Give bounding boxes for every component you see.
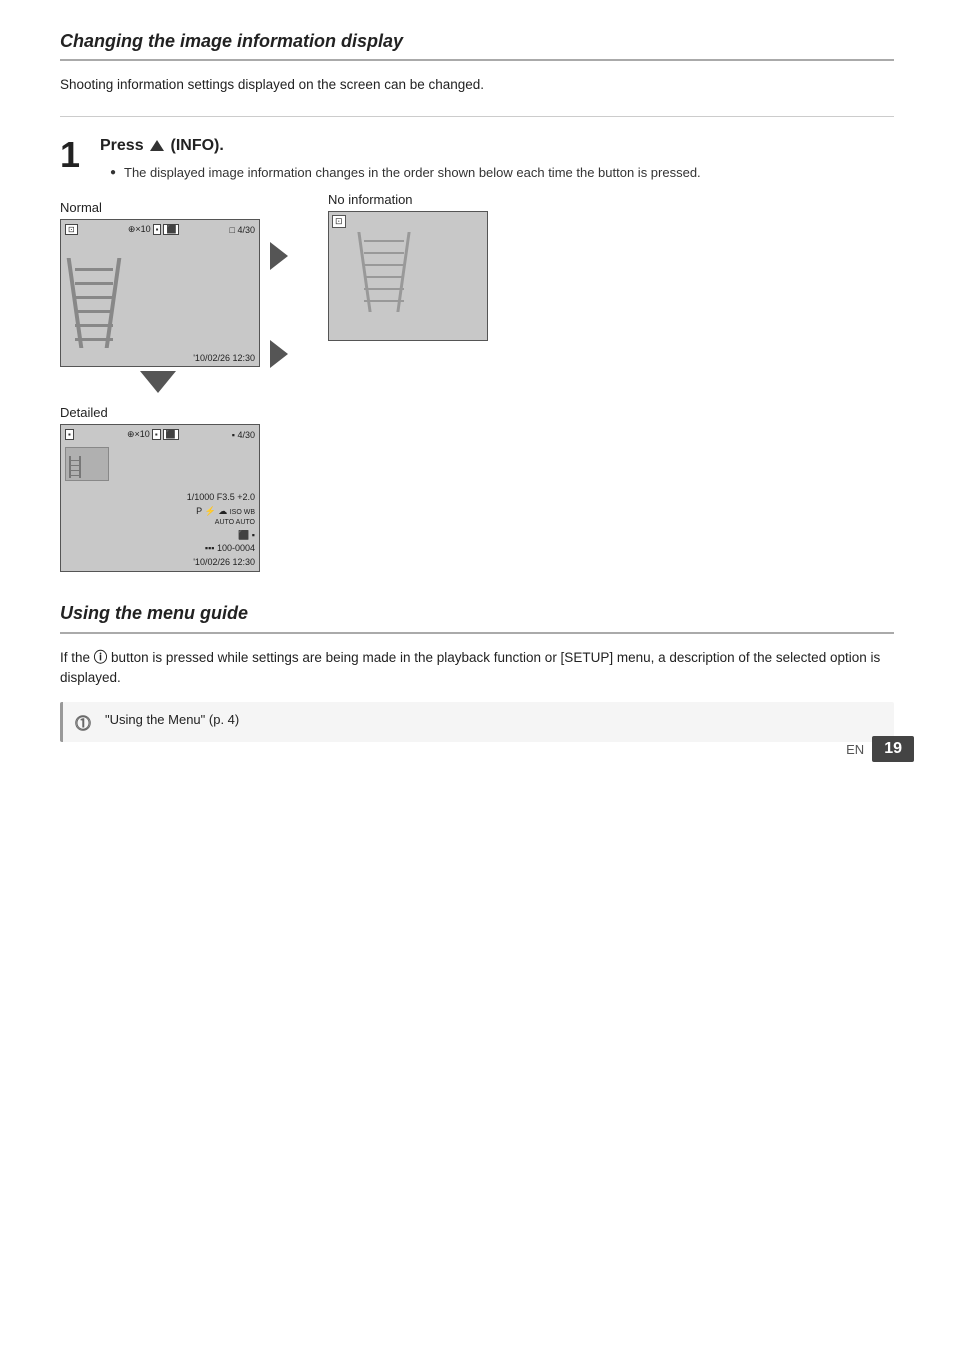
rung5 xyxy=(75,324,113,327)
normal-center-text: ⊕×10 xyxy=(128,224,151,235)
detailed-icon2: ⬛ xyxy=(163,429,179,440)
no-info-screen: ⊡ xyxy=(328,211,488,341)
arrow-normal-to-detailed xyxy=(140,371,176,393)
normal-top-bar: ⊡ ⊕×10 ▪ ⬛ □ 4/30 xyxy=(65,224,255,235)
arrow-right-icon2 xyxy=(270,340,288,368)
no-info-label: No information xyxy=(328,192,413,207)
divider-1 xyxy=(60,116,894,117)
detailed-info-line4: ⬛ ▪ xyxy=(65,529,255,543)
step1-title: Press (INFO). xyxy=(100,137,894,155)
left-screens-col: Normal ⊡ ⊕×10 ▪ ⬛ □ 4/30 xyxy=(60,192,260,572)
ladder-rail-left xyxy=(67,258,84,348)
normal-icon-card: ⊡ xyxy=(65,224,78,235)
step1-title-press: Press xyxy=(100,137,144,154)
normal-icon2: ⬛ xyxy=(163,224,179,235)
rung1 xyxy=(75,268,113,271)
triangle-icon xyxy=(150,140,164,151)
right-screens-col: No information ⊡ xyxy=(328,192,488,341)
mid-arrows-col xyxy=(260,242,298,368)
detailed-center-text: ⊕×10 xyxy=(127,429,150,440)
detailed-screen: ▪ ⊕×10 ▪ ⬛ ▪ 4/30 xyxy=(60,424,260,572)
detailed-top-right: ▪ 4/30 xyxy=(232,430,255,440)
page-en-label: EN xyxy=(846,742,864,757)
detailed-top-bar: ▪ ⊕×10 ▪ ⬛ ▪ 4/30 xyxy=(65,429,255,440)
detailed-info-line2: P ⚡ ☁ ISO WB xyxy=(65,505,255,519)
normal-count: □ 4/30 xyxy=(230,225,255,235)
rung3 xyxy=(75,296,113,299)
detailed-info-line3: AUTO AUTO xyxy=(65,518,255,529)
page-number: 19 xyxy=(872,736,914,762)
detailed-icon1: ▪ xyxy=(152,429,161,440)
note-text: "Using the Menu" (p. 4) xyxy=(105,710,239,730)
section2-body-text: button is pressed while settings are bei… xyxy=(60,650,880,685)
normal-ladder xyxy=(69,258,119,348)
normal-label: Normal xyxy=(60,200,102,215)
detailed-info-overlay: 1/1000 F3.5 +2.0 P ⚡ ☁ ISO WB AUTO AUTO … xyxy=(65,491,255,569)
step1-number: 1 xyxy=(60,137,88,173)
rung4 xyxy=(75,310,113,313)
note-icon: ⓵ xyxy=(75,710,95,734)
detailed-label: Detailed xyxy=(60,405,108,420)
normal-top-left-icons: ⊡ xyxy=(65,224,78,235)
normal-screen: ⊡ ⊕×10 ▪ ⬛ □ 4/30 xyxy=(60,219,260,367)
section1-intro: Shooting information settings displayed … xyxy=(60,75,894,95)
screenshots-area: Normal ⊡ ⊕×10 ▪ ⬛ □ 4/30 xyxy=(60,192,894,572)
normal-bottom-bar: '10/02/26 12:30 xyxy=(65,353,255,363)
detailed-count: ▪ 4/30 xyxy=(232,430,255,440)
info-button-icon: ⓘ xyxy=(94,650,108,665)
normal-top-center: ⊕×10 ▪ ⬛ xyxy=(128,224,180,235)
step1-content: Press (INFO). The displayed image inform… xyxy=(100,137,894,183)
detailed-icon-card: ▪ xyxy=(65,429,74,440)
detailed-top-left: ▪ xyxy=(65,429,74,440)
page-container: Changing the image information display S… xyxy=(0,0,954,782)
rung2 xyxy=(75,282,113,285)
arrow-to-no-info xyxy=(270,242,288,270)
section1-heading: Changing the image information display xyxy=(60,30,894,61)
step1-bullet: The displayed image information changes … xyxy=(110,163,894,183)
normal-top-right: □ 4/30 xyxy=(230,225,255,235)
detailed-info-lines: 1/1000 F3.5 +2.0 P ⚡ ☁ ISO WB AUTO AUTO … xyxy=(65,491,255,569)
arrow-right-icon xyxy=(270,242,288,270)
step1-block: 1 Press (INFO). The displayed image info… xyxy=(60,137,894,183)
note-block: ⓵ "Using the Menu" (p. 4) xyxy=(60,702,894,742)
detailed-info-line1: 1/1000 F3.5 +2.0 xyxy=(65,491,255,505)
page-footer: EN 19 xyxy=(846,736,914,762)
section2: Using the menu guide If the ⓘ button is … xyxy=(60,602,894,742)
section2-heading: Using the menu guide xyxy=(60,602,894,633)
detailed-info-line6: '10/02/26 12:30 xyxy=(65,556,255,570)
detailed-info-line5: ▪▪▪ 100-0004 xyxy=(65,542,255,556)
detailed-top-center: ⊕×10 ▪ ⬛ xyxy=(127,429,179,440)
normal-date: '10/02/26 12:30 xyxy=(193,353,255,363)
step1-title-button: (INFO). xyxy=(171,137,224,154)
normal-icon1: ▪ xyxy=(153,224,162,235)
no-info-ladder xyxy=(359,232,409,312)
detailed-thumb xyxy=(65,447,109,481)
arrow-from-no-info xyxy=(270,340,288,368)
no-info-corner-icon: ⊡ xyxy=(332,215,346,228)
ladder-rail-right xyxy=(105,258,122,348)
section2-body: If the ⓘ button is pressed while setting… xyxy=(60,648,894,689)
rung6 xyxy=(75,338,113,341)
